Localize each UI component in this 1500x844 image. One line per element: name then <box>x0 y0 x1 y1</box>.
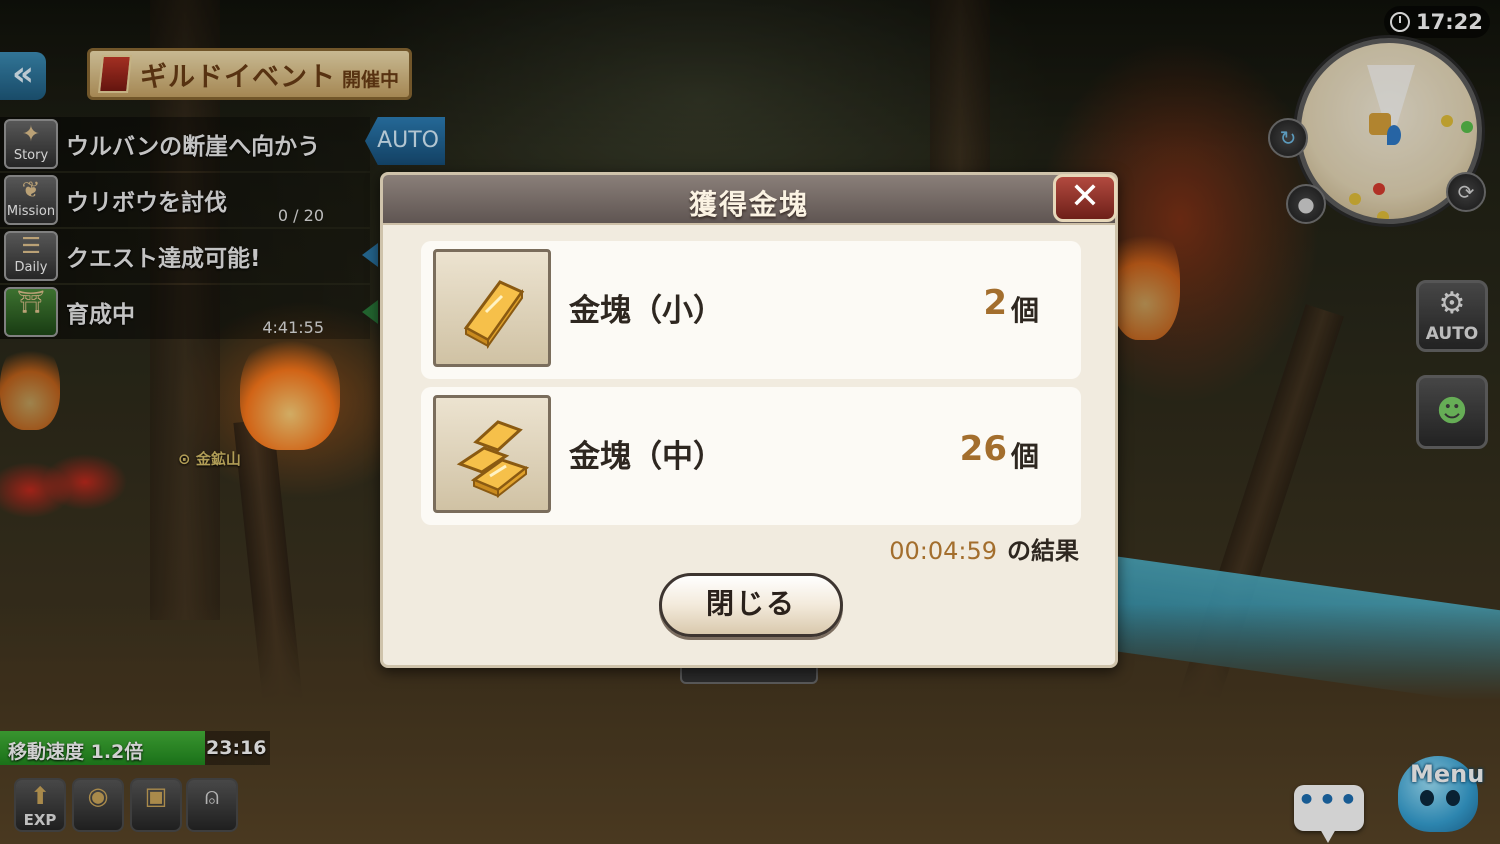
close-icon: ✕ <box>1069 176 1101 217</box>
result-duration: 00:04:59 の結果 <box>889 531 1079 566</box>
reward-row: 金塊（小） 2 個 <box>421 241 1081 379</box>
dialog-underlay-tab <box>680 668 818 684</box>
reward-unit: 個 <box>1010 440 1039 473</box>
reward-name: 金塊（小） <box>569 293 724 329</box>
close-button[interactable]: ✕ <box>1053 174 1117 222</box>
dialog-title: 獲得金塊 <box>688 188 809 221</box>
gold-bar-stack-icon <box>433 395 551 513</box>
result-suffix: の結果 <box>1007 537 1079 565</box>
reward-count: 26 <box>959 429 1007 469</box>
reward-count: 2 <box>983 283 1007 323</box>
result-time: 00:04:59 <box>889 537 997 565</box>
reward-name: 金塊（中） <box>569 439 724 475</box>
gold-bar-small-icon <box>433 249 551 367</box>
close-dialog-button[interactable]: 閉じる <box>659 573 843 637</box>
reward-unit: 個 <box>1010 294 1039 327</box>
dialog-header: 獲得金塊 <box>383 175 1115 225</box>
reward-row: 金塊（中） 26 個 <box>421 387 1081 525</box>
gold-result-dialog: 獲得金塊 ✕ 金塊（小） 2 個 金塊（中） 26 個 00:04:59 の結果… <box>380 172 1118 668</box>
